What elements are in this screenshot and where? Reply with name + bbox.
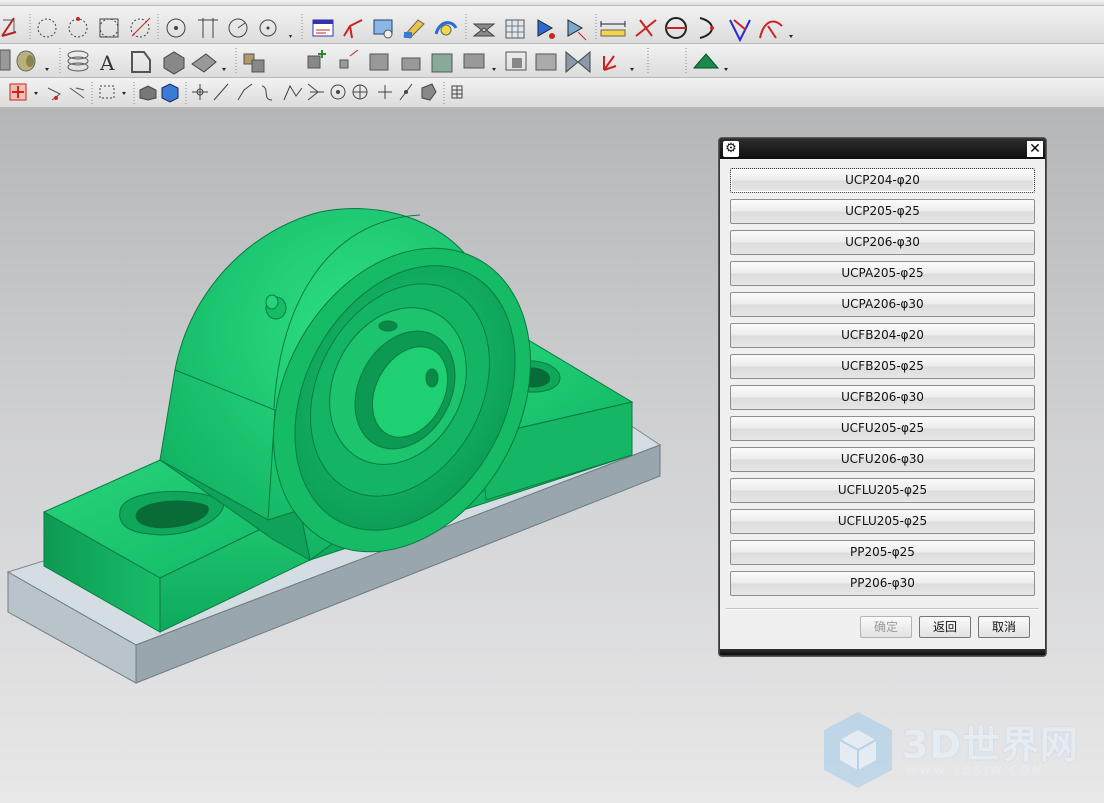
- face-icon[interactable]: [421, 83, 437, 101]
- explode-icon[interactable]: [431, 53, 453, 73]
- coordinate-icon[interactable]: [603, 55, 634, 71]
- plus-icon[interactable]: [378, 85, 392, 99]
- grid-icon[interactable]: [451, 85, 463, 99]
- option-button-ucfb206[interactable]: UCFB206-φ30: [730, 385, 1035, 410]
- toolbar-row-2-icons: A: [0, 48, 728, 75]
- option-button-ucflu205-a[interactable]: UCFLU205-φ25: [730, 478, 1035, 503]
- circle-3pt-icon[interactable]: [68, 17, 88, 38]
- watermark-title: 3D世界网: [902, 723, 1079, 767]
- back-button[interactable]: 返回: [919, 616, 971, 638]
- toolbar-row-3-icons: [9, 82, 463, 104]
- circle-tangent-icon[interactable]: [130, 17, 151, 38]
- gear-icon[interactable]: ⚙: [723, 141, 739, 157]
- surface-icon[interactable]: [0, 49, 11, 71]
- option-button-ucfb204[interactable]: UCFB204-φ20: [730, 323, 1035, 348]
- cube-logo-icon: [824, 712, 892, 788]
- reposition-icon[interactable]: [463, 53, 496, 71]
- snap-icon[interactable]: [69, 87, 85, 99]
- axis-icon[interactable]: [343, 19, 363, 39]
- toolbar-row-1-icons: [1, 14, 793, 43]
- toolbar-row-2: A: [0, 44, 1104, 78]
- circle-center-snap-icon[interactable]: [352, 84, 368, 100]
- select-filter-icon[interactable]: [9, 83, 38, 101]
- option-button-ucpa206[interactable]: UCPA206-φ30: [730, 292, 1035, 317]
- circle-dropdown-icon[interactable]: [259, 19, 292, 38]
- dialog-separator: [726, 608, 1039, 610]
- polyline-icon[interactable]: [237, 83, 253, 101]
- analysis-icon[interactable]: [537, 19, 555, 39]
- circle-center-icon[interactable]: [99, 18, 119, 38]
- option-button-ucp205[interactable]: UCP205-φ25: [730, 199, 1035, 224]
- dialog-bottom-bar: [720, 649, 1045, 655]
- mesh-icon[interactable]: [505, 19, 525, 39]
- option-button-ucfb205[interactable]: UCFB205-φ25: [730, 354, 1035, 379]
- intersect-icon[interactable]: [307, 83, 324, 101]
- option-button-ucp204[interactable]: UCP204-φ20: [730, 168, 1035, 193]
- move-icon[interactable]: [192, 84, 208, 100]
- solid-icon[interactable]: [161, 83, 179, 103]
- shaded-icon[interactable]: [139, 85, 157, 101]
- constraint-icon[interactable]: [535, 53, 557, 71]
- analysis2-icon[interactable]: [567, 19, 587, 41]
- option-button-ucp206[interactable]: UCP206-φ30: [730, 230, 1035, 255]
- replace-icon[interactable]: [434, 21, 458, 36]
- circle-point-icon[interactable]: [228, 18, 248, 38]
- option-button-ucfu206[interactable]: UCFU206-φ30: [730, 447, 1035, 472]
- point-icon[interactable]: [166, 18, 186, 38]
- watermark: 3D世界网 WWW.3DSJW.COM: [818, 708, 1098, 792]
- circle-snap-icon[interactable]: [330, 84, 346, 100]
- close-icon[interactable]: ✕: [1027, 141, 1043, 157]
- coil-icon[interactable]: [67, 50, 89, 72]
- slash-icon[interactable]: [399, 83, 413, 101]
- sketch-plane-icon[interactable]: [1, 17, 17, 37]
- select-option-icon[interactable]: [47, 87, 61, 101]
- option-button-ucflu205-b[interactable]: UCFLU205-φ25: [730, 509, 1035, 534]
- pattern-icon[interactable]: [339, 49, 359, 69]
- watermark-url: WWW.3DSJW.COM: [906, 764, 1045, 777]
- option-button-ucfu205[interactable]: UCFU205-φ25: [730, 416, 1035, 441]
- rectangle-select-icon[interactable]: [99, 85, 126, 99]
- measure-angle-icon[interactable]: [635, 19, 657, 37]
- assembly-icon[interactable]: [243, 53, 265, 73]
- curve-icon[interactable]: [283, 84, 303, 101]
- spline-icon[interactable]: [261, 85, 273, 101]
- circle-icon[interactable]: [37, 18, 57, 38]
- datum-plane-icon[interactable]: [373, 19, 393, 39]
- ellipse-icon[interactable]: [665, 17, 687, 39]
- add-component-icon[interactable]: [307, 50, 326, 69]
- bearing-selection-dialog: ⚙ ✕ UCP204-φ20 UCP205-φ25 UCP206-φ30 UCP…: [719, 138, 1046, 656]
- sketch-arc-icon[interactable]: [759, 20, 793, 39]
- toolbar-row-3: [0, 78, 1104, 108]
- triangle-icon[interactable]: [729, 19, 751, 43]
- trim-icon[interactable]: [198, 18, 218, 38]
- option-button-ucpa205[interactable]: UCPA205-φ25: [730, 261, 1035, 286]
- text-icon[interactable]: A: [99, 51, 115, 75]
- move-component-icon[interactable]: [401, 57, 421, 71]
- sew-icon[interactable]: [472, 23, 496, 37]
- render-icon[interactable]: [692, 53, 728, 71]
- block-icon[interactable]: [163, 51, 185, 75]
- cylinder-icon[interactable]: [16, 50, 49, 72]
- mirror-icon[interactable]: [565, 50, 591, 74]
- dialog-title-bar[interactable]: ⚙ ✕: [720, 139, 1045, 159]
- feature-table-icon[interactable]: [312, 19, 334, 37]
- arc-icon[interactable]: [699, 17, 714, 39]
- line-icon[interactable]: [213, 83, 229, 101]
- ok-button[interactable]: 确定: [860, 616, 912, 638]
- option-button-pp205[interactable]: PP205-φ25: [730, 540, 1035, 565]
- measure-distance-icon[interactable]: [600, 21, 626, 37]
- mate-icon[interactable]: [369, 53, 389, 71]
- sheet-icon[interactable]: [191, 53, 226, 73]
- wave-link-icon[interactable]: [505, 51, 527, 71]
- cancel-button[interactable]: 取消: [978, 616, 1030, 638]
- svg-text:A: A: [99, 51, 115, 75]
- shell-icon[interactable]: [131, 51, 151, 73]
- toolbar-row-1: [0, 6, 1104, 44]
- option-button-pp206[interactable]: PP206-φ30: [730, 571, 1035, 596]
- edit-feature-icon[interactable]: [403, 19, 425, 39]
